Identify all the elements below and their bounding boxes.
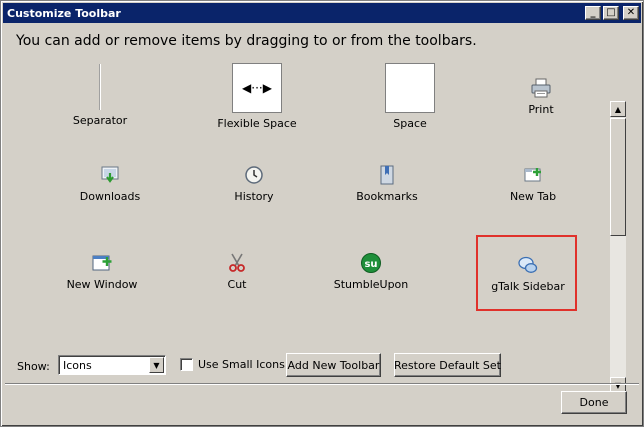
palette-item-cut[interactable]: Cut bbox=[177, 252, 297, 291]
selection-highlight bbox=[476, 235, 577, 311]
item-label: Separator bbox=[72, 114, 128, 127]
item-label: Space bbox=[393, 117, 427, 130]
maximize-button[interactable]: □ bbox=[603, 6, 619, 20]
scroll-up-button[interactable]: ▲ bbox=[610, 101, 626, 117]
scrollbar-thumb[interactable] bbox=[610, 118, 626, 236]
close-icon: ✕ bbox=[626, 7, 636, 18]
item-label: Cut bbox=[227, 278, 247, 291]
palette-item-new-window[interactable]: New Window bbox=[42, 252, 162, 291]
close-button[interactable]: ✕ bbox=[623, 6, 639, 20]
restore-default-set-button[interactable]: Restore Default Set bbox=[394, 353, 501, 377]
item-label: History bbox=[234, 190, 274, 203]
item-label: Flexible Space bbox=[217, 117, 297, 130]
use-small-icons-checkbox[interactable] bbox=[180, 358, 193, 371]
printer-icon bbox=[530, 77, 552, 99]
show-mode-value: Icons bbox=[63, 358, 92, 372]
palette-scrollbar[interactable]: ▲ ▼ bbox=[610, 101, 626, 393]
item-label: Bookmarks bbox=[356, 190, 418, 203]
show-label: Show: bbox=[17, 360, 50, 373]
separator-icon bbox=[99, 64, 101, 110]
triangle-down-icon: ▼ bbox=[614, 380, 622, 390]
palette-item-new-tab[interactable]: New Tab bbox=[473, 164, 593, 203]
minimize-icon: _ bbox=[590, 7, 596, 18]
instructions-text: You can add or remove items by dragging … bbox=[16, 33, 477, 49]
use-small-icons-option[interactable]: Use Small Icons bbox=[180, 358, 285, 371]
dropdown-arrow-icon[interactable]: ▼ bbox=[149, 357, 164, 373]
palette-item-space[interactable]: Space bbox=[350, 63, 470, 130]
item-label: New Window bbox=[66, 278, 138, 291]
clock-icon bbox=[243, 164, 265, 186]
add-new-toolbar-button[interactable]: Add New Toolbar bbox=[286, 353, 381, 377]
new-window-icon bbox=[91, 252, 113, 274]
customize-toolbar-dialog: Customize Toolbar _ □ ✕ You can add or r… bbox=[0, 0, 644, 427]
item-label: New Tab bbox=[509, 190, 557, 203]
palette-item-flexible-space[interactable]: ◀···▶ Flexible Space bbox=[197, 63, 317, 130]
palette-item-print[interactable]: Print bbox=[481, 77, 601, 116]
stumbleupon-icon: su bbox=[360, 252, 382, 274]
palette-item-stumbleupon[interactable]: su StumbleUpon bbox=[311, 252, 431, 291]
palette-item-bookmarks[interactable]: Bookmarks bbox=[327, 164, 447, 203]
minimize-button[interactable]: _ bbox=[585, 6, 601, 20]
triangle-up-icon: ▲ bbox=[614, 104, 622, 114]
item-label: Downloads bbox=[79, 190, 141, 203]
title-bar[interactable]: Customize Toolbar _ □ ✕ bbox=[3, 3, 641, 23]
item-label: Print bbox=[528, 103, 554, 116]
palette-item-history[interactable]: History bbox=[194, 164, 314, 203]
scissors-icon bbox=[226, 252, 248, 274]
svg-text:su: su bbox=[364, 259, 377, 270]
window-title: Customize Toolbar bbox=[7, 6, 121, 20]
item-label: StumbleUpon bbox=[333, 278, 409, 291]
download-icon bbox=[99, 164, 121, 186]
use-small-icons-label: Use Small Icons bbox=[198, 358, 285, 371]
done-button[interactable]: Done bbox=[561, 391, 627, 414]
show-mode-select[interactable]: Icons ▼ bbox=[58, 355, 166, 375]
bookmark-icon bbox=[376, 164, 398, 186]
palette-item-downloads[interactable]: Downloads bbox=[50, 164, 170, 203]
flexible-space-icon: ◀···▶ bbox=[232, 63, 282, 113]
new-tab-icon bbox=[522, 164, 544, 186]
footer-divider bbox=[5, 383, 639, 385]
palette-item-separator[interactable]: Separator bbox=[40, 64, 160, 127]
maximize-icon: □ bbox=[606, 7, 616, 18]
space-icon bbox=[385, 63, 435, 113]
options-bar: Show: Icons ▼ Use Small Icons Add New To… bbox=[1, 351, 643, 381]
